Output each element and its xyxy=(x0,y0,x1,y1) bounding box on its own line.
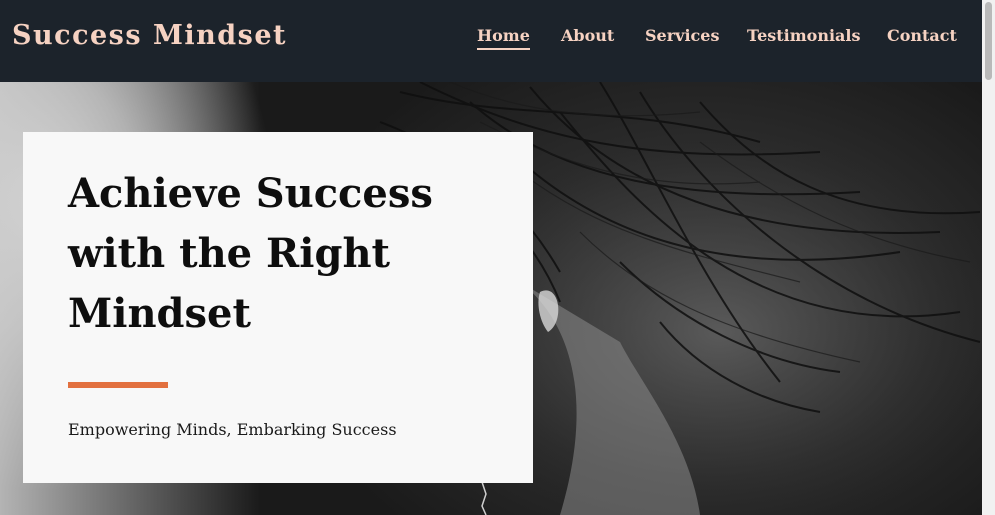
site-header: Success Mindset Home About Services Test… xyxy=(0,0,982,82)
page: Success Mindset Home About Services Test… xyxy=(0,0,995,515)
nav-link-home[interactable]: Home xyxy=(477,26,530,50)
hero-headline: Achieve Success with the Right Mindset xyxy=(68,170,433,337)
hero-tagline: Empowering Minds, Embarking Success xyxy=(68,420,397,439)
accent-divider xyxy=(68,382,168,388)
nav-link-contact[interactable]: Contact xyxy=(887,26,957,46)
vertical-scrollbar[interactable] xyxy=(982,0,995,515)
nav-link-testimonials[interactable]: Testimonials xyxy=(747,26,861,46)
scrollbar-thumb[interactable] xyxy=(985,2,992,80)
hero-section: Achieve Success with the Right Mindset E… xyxy=(0,82,982,515)
nav-link-services[interactable]: Services xyxy=(645,26,719,46)
necklace-chain xyxy=(481,481,487,515)
main-nav: Home About Services Testimonials Contact xyxy=(0,26,982,50)
nav-link-about[interactable]: About xyxy=(561,26,614,46)
hero-card: Achieve Success with the Right Mindset E… xyxy=(23,132,533,483)
